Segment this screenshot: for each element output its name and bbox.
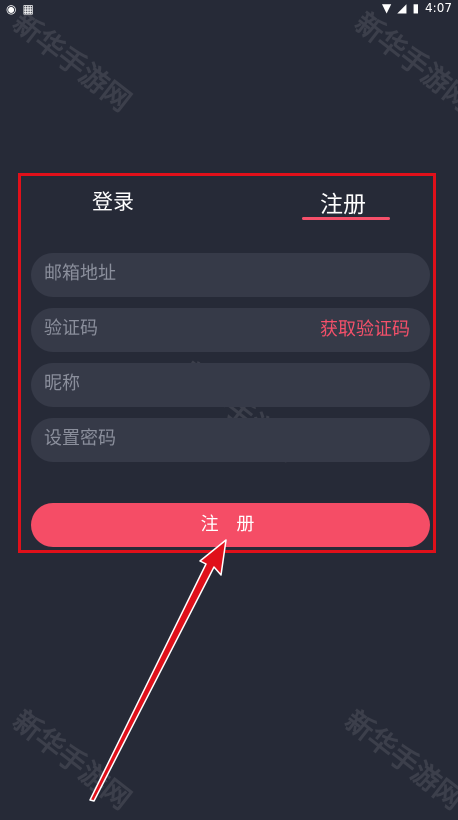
annotation-arrow-icon bbox=[89, 539, 227, 802]
